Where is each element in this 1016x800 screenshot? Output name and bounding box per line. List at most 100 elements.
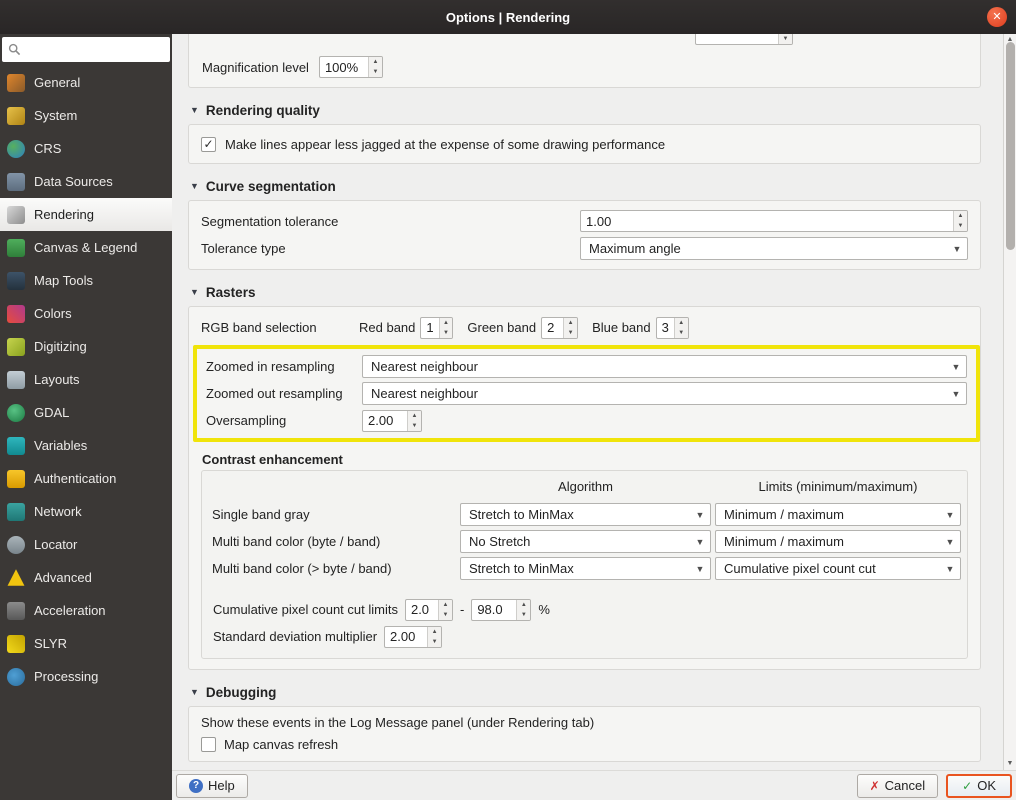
spin-down-icon[interactable]: ▼ [779, 34, 792, 44]
multi-band-gt-byte-algorithm-dropdown[interactable]: Stretch to MinMax ▼ [460, 557, 711, 580]
scroll-down-icon[interactable]: ▼ [1007, 758, 1014, 770]
chevron-down-icon: ▼ [695, 563, 705, 574]
sidebar-item-system[interactable]: System [0, 99, 172, 132]
contrast-enhancement-groupbox: Algorithm Limits (minimum/maximum) Singl… [201, 470, 968, 659]
magnification-spinbox[interactable]: 100% ▲ ▼ [318, 56, 383, 78]
collapse-arrow-icon[interactable]: ▼ [190, 105, 199, 115]
multi-band-byte-algorithm-dropdown[interactable]: No Stretch ▼ [460, 530, 711, 553]
cutoff-spinbox[interactable]: ▲▼ [695, 34, 793, 45]
spin-down-icon[interactable]: ▼ [675, 328, 688, 338]
curve-segmentation-groupbox: Segmentation tolerance 1.00 ▲ ▼ Tolerance… [188, 200, 981, 270]
log-events-label: Show these events in the Log Message pan… [201, 715, 595, 730]
sidebar-item-crs[interactable]: CRS [0, 132, 172, 165]
rasters-groupbox: RGB band selection Red band 1 ▲ ▼ Green b… [188, 306, 981, 670]
collapse-arrow-icon[interactable]: ▼ [190, 687, 199, 697]
spin-up-icon[interactable]: ▲ [408, 411, 421, 421]
magnification-label: Magnification level [202, 59, 309, 75]
zoomed-in-resampling-dropdown[interactable]: Nearest neighbour ▼ [362, 355, 967, 378]
sidebar-item-data-sources[interactable]: Data Sources [0, 165, 172, 198]
spin-down-icon[interactable]: ▼ [954, 221, 967, 231]
sidebar-search-input[interactable] [2, 37, 170, 62]
chip-icon [7, 601, 25, 620]
spin-up-icon[interactable]: ▲ [440, 318, 453, 328]
red-band-spinbox[interactable]: 1 ▲ ▼ [420, 316, 454, 339]
spin-down-icon[interactable]: ▼ [440, 328, 453, 338]
sidebar-item-colors[interactable]: Colors [0, 297, 172, 330]
spin-up-icon[interactable]: ▲ [564, 318, 577, 328]
oversampling-spinbox[interactable]: 2.00 ▲ ▼ [362, 409, 422, 432]
warning-triangle-icon [7, 569, 25, 586]
spin-down-icon[interactable]: ▼ [428, 637, 441, 647]
sidebar-item-label: Colors [34, 306, 72, 321]
green-band-label: Green band [467, 320, 537, 335]
spin-down-icon[interactable]: ▼ [369, 67, 382, 77]
sidebar-item-rendering[interactable]: Rendering [0, 198, 172, 231]
help-icon: ? [189, 778, 203, 793]
sidebar-item-variables[interactable]: Variables [0, 429, 172, 462]
sidebar-item-gdal[interactable]: GDAL [0, 396, 172, 429]
sidebar-item-advanced[interactable]: Advanced [0, 561, 172, 594]
sidebar-item-label: Digitizing [34, 339, 87, 354]
cancel-x-icon: ✗ [869, 778, 880, 793]
ok-button[interactable]: ✓ OK [946, 773, 1012, 798]
ok-check-icon: ✓ [962, 778, 973, 793]
single-band-gray-algorithm-dropdown[interactable]: Stretch to MinMax ▼ [460, 503, 711, 526]
sidebar-item-authentication[interactable]: Authentication [0, 462, 172, 495]
sidebar-item-locator[interactable]: Locator [0, 528, 172, 561]
spin-down-icon[interactable]: ▼ [408, 421, 421, 431]
sidebar-item-label: Variables [34, 438, 88, 453]
sidebar-item-acceleration[interactable]: Acceleration [0, 594, 172, 627]
sidebar-item-layouts[interactable]: Layouts [0, 363, 172, 396]
stddev-multiplier-spinbox[interactable]: 2.00 ▲ ▼ [384, 625, 443, 648]
spin-down-icon[interactable]: ▼ [564, 328, 577, 338]
spin-up-icon[interactable]: ▲ [428, 627, 441, 637]
spin-up-icon[interactable]: ▲ [517, 600, 530, 610]
spin-down-icon[interactable]: ▼ [517, 610, 530, 620]
help-button[interactable]: ? Help [176, 773, 248, 798]
cancel-button[interactable]: ✗ Cancel [856, 773, 939, 798]
green-band-spinbox[interactable]: 2 ▲ ▼ [541, 316, 579, 339]
variables-icon [7, 436, 25, 455]
sidebar-item-label: Processing [34, 669, 99, 684]
collapse-arrow-icon[interactable]: ▼ [190, 287, 199, 297]
spin-up-icon[interactable]: ▲ [675, 318, 688, 328]
sidebar-item-map-tools[interactable]: Map Tools [0, 264, 172, 297]
sidebar-item-processing[interactable]: Processing [0, 660, 172, 693]
rendering-settings-panel: ▲▼ Magnification level 100% ▲▼ ▼ Renderi… [172, 34, 1003, 770]
sidebar-item-network[interactable]: Network [0, 495, 172, 528]
sidebar-item-label: Acceleration [34, 603, 106, 618]
vertical-scrollbar[interactable]: ▲ ▼ [1003, 34, 1016, 770]
sidebar-item-general[interactable]: General [0, 66, 172, 99]
spin-up-icon[interactable]: ▲ [439, 600, 452, 610]
lock-icon [7, 469, 25, 488]
tolerance-type-dropdown[interactable]: Maximum angle ▼ [580, 237, 968, 260]
sidebar-item-digitizing[interactable]: Digitizing [0, 330, 172, 363]
network-icon [7, 502, 25, 521]
zoomed-out-resampling-dropdown[interactable]: Nearest neighbour ▼ [362, 382, 967, 405]
single-band-gray-limits-dropdown[interactable]: Minimum / maximum ▼ [715, 503, 961, 526]
cumulative-min-spinbox[interactable]: 2.0 ▲ ▼ [404, 598, 453, 621]
scrollbar-thumb[interactable] [1006, 42, 1015, 250]
cumulative-cut-limits-label: Cumulative pixel count cut limits [213, 602, 398, 617]
multi-band-gt-byte-limits-dropdown[interactable]: Cumulative pixel count cut ▼ [715, 557, 961, 580]
segmentation-tolerance-spinbox[interactable]: 1.00 ▲ ▼ [580, 210, 968, 232]
spin-up-icon[interactable]: ▲ [369, 57, 382, 67]
map-canvas-refresh-checkbox[interactable] [201, 737, 216, 752]
spin-down-icon[interactable]: ▼ [439, 610, 452, 620]
debugging-groupbox: Show these events in the Log Message pan… [188, 706, 981, 762]
multi-band-byte-limits-dropdown[interactable]: Minimum / maximum ▼ [715, 530, 961, 553]
percent-sign: % [538, 602, 550, 617]
section-debugging: ▼ Debugging [190, 682, 981, 702]
collapse-arrow-icon[interactable]: ▼ [190, 181, 199, 191]
sidebar-item-label: Rendering [34, 207, 94, 222]
globe-crs-icon [7, 139, 25, 158]
spin-up-icon[interactable]: ▲ [954, 211, 967, 221]
rgb-band-selection-label: RGB band selection [201, 320, 317, 335]
database-icon [7, 172, 25, 191]
blue-band-spinbox[interactable]: 3 ▲ ▼ [655, 316, 689, 339]
sidebar-item-slyr[interactable]: SLYR [0, 627, 172, 660]
sidebar-item-canvas-legend[interactable]: Canvas & Legend [0, 231, 172, 264]
close-icon[interactable]: ✕ [987, 7, 1007, 27]
cumulative-max-spinbox[interactable]: 98.0 ▲ ▼ [471, 598, 532, 621]
antialias-checkbox[interactable] [201, 136, 216, 152]
